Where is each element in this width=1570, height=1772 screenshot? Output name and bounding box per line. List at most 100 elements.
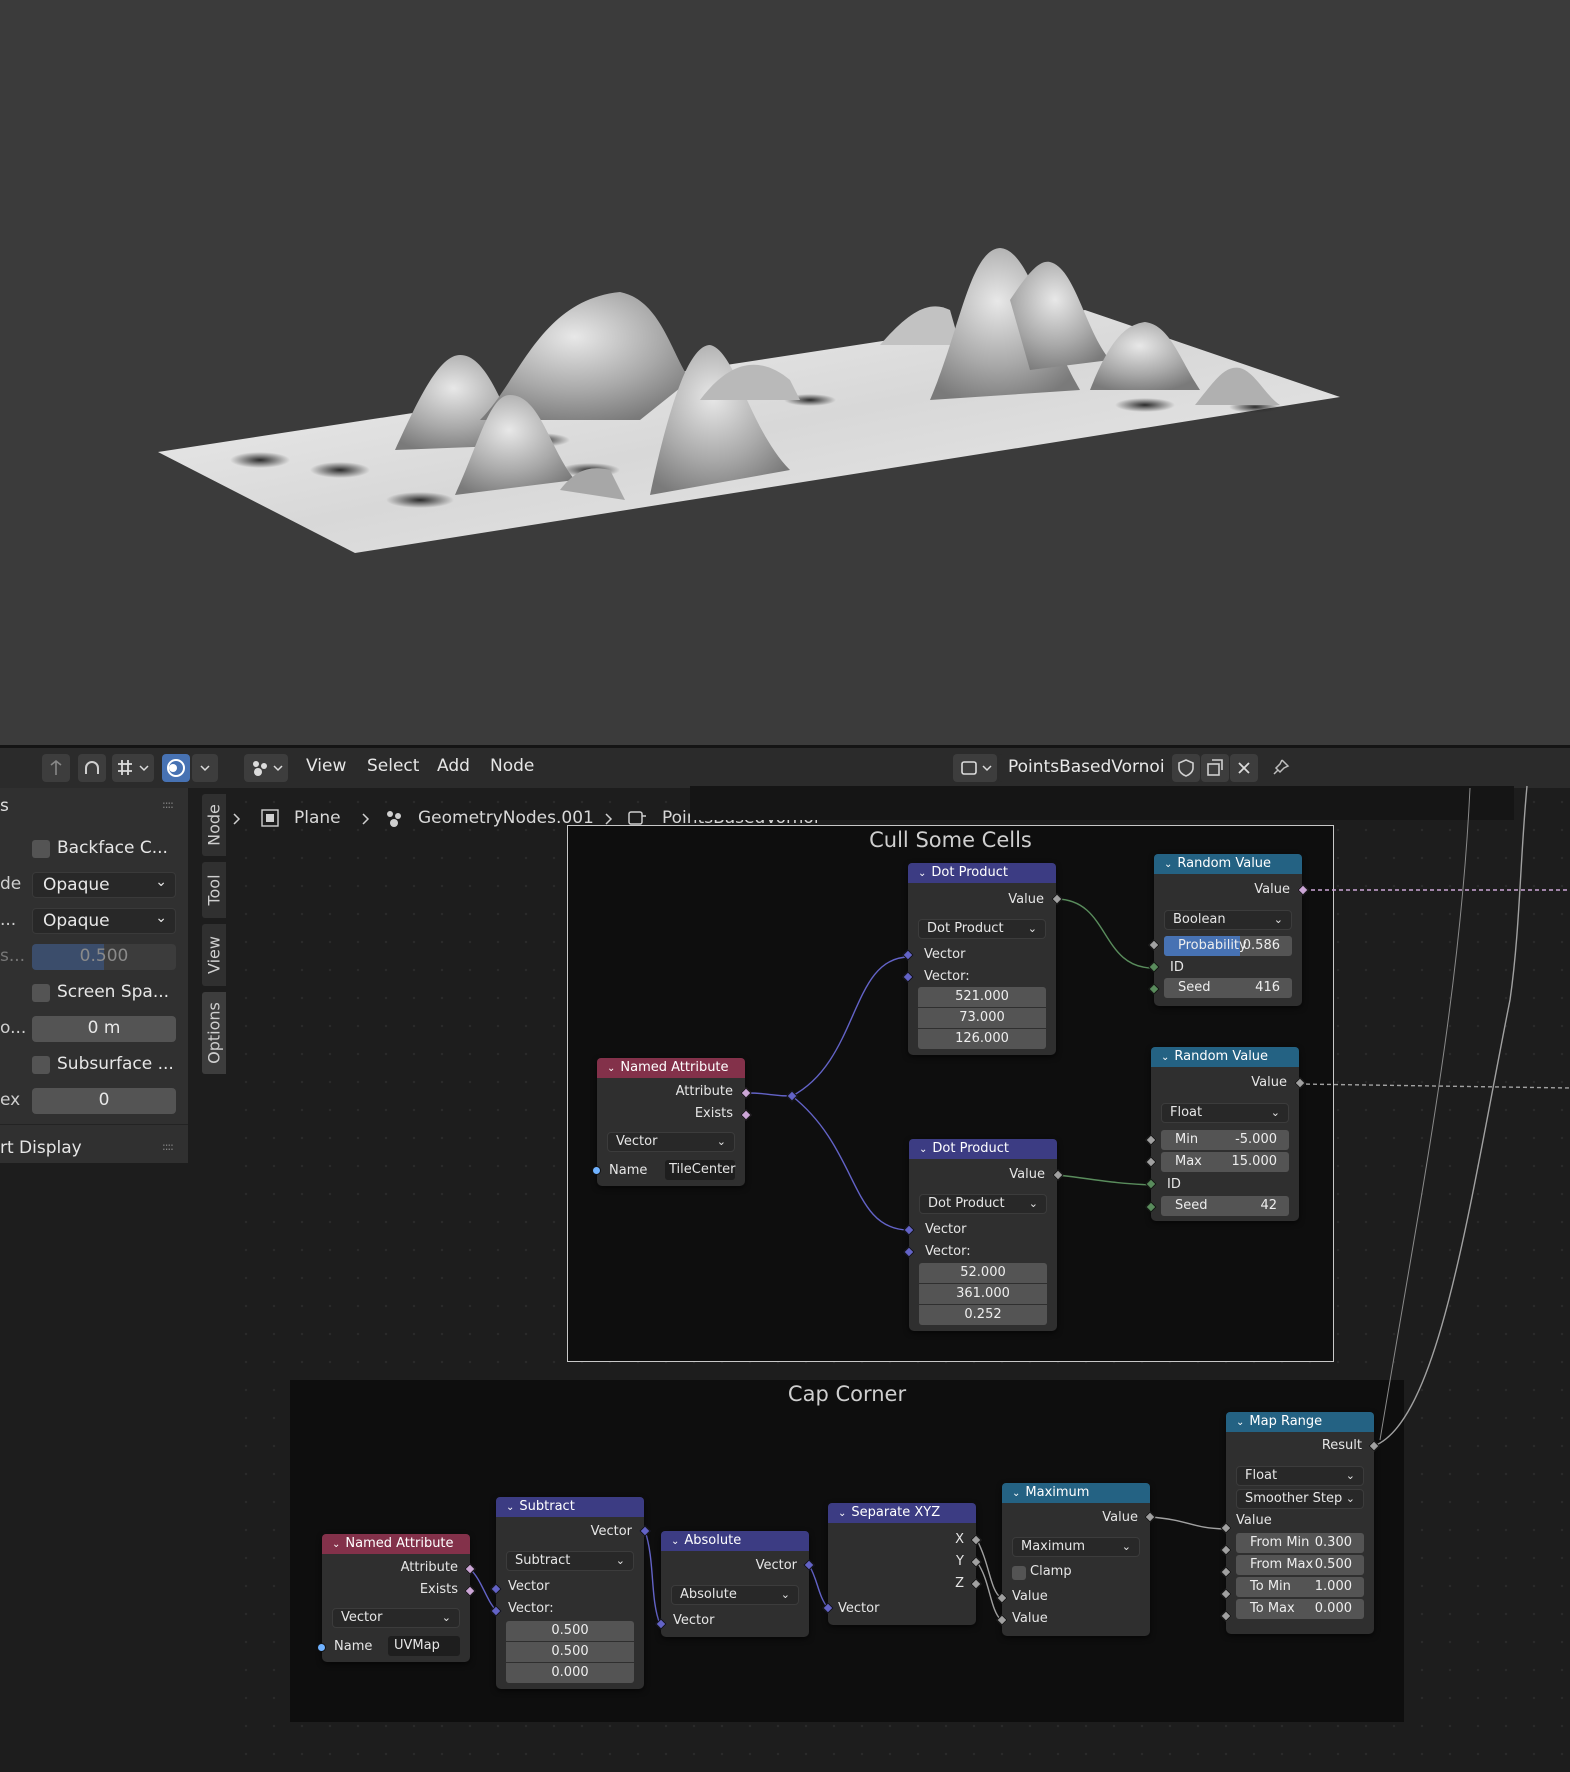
vector-y-field[interactable]: 361.000: [919, 1284, 1047, 1304]
node-header[interactable]: ⌄ Dot Product: [908, 863, 1056, 883]
unlink-tree-button[interactable]: [1230, 754, 1258, 782]
name-input[interactable]: UVMap: [388, 1636, 460, 1656]
interpolation-dropdown[interactable]: Smoother Step ⌄: [1236, 1489, 1364, 1509]
parent-node-button[interactable]: [42, 754, 70, 782]
snap-menu[interactable]: [112, 754, 154, 782]
tab-options[interactable]: Options: [202, 992, 226, 1074]
node-header[interactable]: ⌄ Absolute: [661, 1531, 809, 1551]
menu-node[interactable]: Node: [490, 756, 534, 776]
max-field[interactable]: Max 15.000: [1161, 1152, 1289, 1172]
vector-x-field[interactable]: 52.000: [919, 1263, 1047, 1283]
chevron-down-icon[interactable]: ⌄: [1164, 855, 1172, 875]
vector-x-field[interactable]: 521.000: [918, 987, 1046, 1007]
subsurface-row[interactable]: Subsurface ...: [0, 1050, 188, 1080]
vector-z-field[interactable]: 0.252: [919, 1305, 1047, 1325]
menu-select[interactable]: Select: [367, 756, 419, 776]
node-named-attribute-uvmap[interactable]: ⌄ Named Attribute Attribute Exists Vector…: [322, 1534, 470, 1662]
clamp-checkbox[interactable]: [1012, 1566, 1026, 1580]
backface-row[interactable]: Backface C...: [0, 834, 188, 864]
data-type-dropdown[interactable]: Float ⌄: [1161, 1103, 1289, 1123]
node-header[interactable]: ⌄ Named Attribute: [322, 1534, 470, 1554]
vector-x-field[interactable]: 0.500: [506, 1621, 634, 1641]
node-header[interactable]: ⌄ Maximum: [1002, 1483, 1150, 1503]
backface-checkbox[interactable]: [32, 840, 50, 858]
vector-y-field[interactable]: 73.000: [918, 1008, 1046, 1028]
chevron-down-icon[interactable]: ⌄: [1236, 1413, 1244, 1433]
node-header[interactable]: ⌄ Separate XYZ: [828, 1503, 976, 1523]
data-type-dropdown[interactable]: Vector ⌄: [607, 1132, 735, 1152]
seed-field[interactable]: Seed 42: [1161, 1196, 1289, 1216]
chevron-down-icon[interactable]: ⌄: [919, 1140, 927, 1160]
shadow-mode-row[interactable]: ... Opaque ⌄: [0, 906, 188, 936]
drag-handle-icon[interactable]: ::::: [162, 798, 174, 811]
node-maximum[interactable]: ⌄ Maximum Value Maximum ⌄ Clamp Value Valu…: [1002, 1483, 1150, 1636]
node-separate-xyz[interactable]: ⌄ Separate XYZ X Y Z Vector: [828, 1503, 976, 1625]
from-min-field[interactable]: From Min 0.300: [1236, 1533, 1364, 1553]
screen-space-checkbox[interactable]: [32, 984, 50, 1002]
blend-mode-row[interactable]: de Opaque ⌄: [0, 870, 188, 900]
name-input[interactable]: TileCenter: [665, 1160, 736, 1180]
node-tree-name-field[interactable]: PointsBasedVornoi: [998, 754, 1170, 782]
node-dot-product-2[interactable]: ⌄ Dot Product Value Dot Product ⌄ Vector V…: [909, 1139, 1057, 1331]
pass-index-field[interactable]: 0: [32, 1088, 176, 1114]
node-header[interactable]: ⌄ Dot Product: [909, 1139, 1057, 1159]
node-header[interactable]: ⌄ Named Attribute: [597, 1058, 745, 1078]
subsurface-checkbox[interactable]: [32, 1056, 50, 1074]
clip-threshold-row[interactable]: s... 0.500: [0, 942, 188, 972]
fake-user-toggle[interactable]: [1172, 754, 1200, 782]
node-named-attribute-tilecenter[interactable]: ⌄ Named Attribute Attribute Exists Vector…: [597, 1058, 745, 1186]
snap-toggle[interactable]: [78, 754, 106, 782]
seed-field[interactable]: Seed 416: [1164, 978, 1292, 998]
vector-z-field[interactable]: 0.000: [506, 1663, 634, 1683]
pass-index-row[interactable]: ex 0: [0, 1086, 188, 1116]
operation-dropdown[interactable]: Subtract ⌄: [506, 1551, 634, 1571]
node-absolute[interactable]: ⌄ Absolute Vector Absolute ⌄ Vector: [661, 1531, 809, 1637]
pin-button[interactable]: [1266, 754, 1294, 782]
viewport-display-header[interactable]: rt Display: [0, 1138, 82, 1158]
probability-slider[interactable]: Probability 0.586: [1164, 936, 1292, 956]
chevron-down-icon[interactable]: ⌄: [1012, 1484, 1020, 1504]
chevron-down-icon[interactable]: ⌄: [671, 1532, 679, 1552]
editor-type-menu[interactable]: [244, 754, 288, 782]
socket-input-name[interactable]: [317, 1643, 326, 1652]
chevron-down-icon[interactable]: ⌄: [332, 1535, 340, 1555]
node-random-value-float[interactable]: ⌄ Random Value Value Float ⌄ Min -5.000 Ma…: [1151, 1047, 1299, 1221]
drag-handle-icon[interactable]: ::::: [162, 1140, 174, 1153]
from-max-field[interactable]: From Max 0.500: [1236, 1555, 1364, 1575]
node-header[interactable]: ⌄ Random Value: [1154, 854, 1302, 874]
data-type-dropdown[interactable]: Vector ⌄: [332, 1608, 460, 1628]
tab-tool[interactable]: Tool: [202, 862, 226, 918]
chevron-down-icon[interactable]: ⌄: [1161, 1048, 1169, 1068]
menu-view[interactable]: View: [306, 756, 346, 776]
operation-dropdown[interactable]: Maximum ⌄: [1012, 1537, 1140, 1557]
refraction-depth-field[interactable]: 0 m: [32, 1016, 176, 1042]
breadcrumb-object[interactable]: Plane: [294, 808, 341, 828]
min-field[interactable]: Min -5.000: [1161, 1130, 1289, 1150]
operation-dropdown[interactable]: Absolute ⌄: [671, 1585, 799, 1605]
tab-node[interactable]: Node: [202, 794, 226, 856]
refraction-depth-row[interactable]: o... 0 m: [0, 1014, 188, 1044]
to-max-field[interactable]: To Max 0.000: [1236, 1599, 1364, 1619]
chevron-down-icon[interactable]: ⌄: [838, 1504, 846, 1524]
clip-threshold-slider[interactable]: 0.500: [32, 944, 176, 970]
chevron-down-icon[interactable]: ⌄: [506, 1498, 514, 1518]
chevron-down-icon[interactable]: ⌄: [918, 864, 926, 884]
node-dot-product-1[interactable]: ⌄ Dot Product Value Dot Product ⌄ Vector V…: [908, 863, 1056, 1055]
overlay-toggle[interactable]: [162, 754, 190, 782]
to-min-field[interactable]: To Min 1.000: [1236, 1577, 1364, 1597]
chevron-down-icon[interactable]: ⌄: [607, 1059, 615, 1079]
node-subtract[interactable]: ⌄ Subtract Vector Subtract ⌄ Vector Vector…: [496, 1497, 644, 1689]
blend-mode-dropdown[interactable]: Opaque ⌄: [32, 872, 176, 898]
menu-add[interactable]: Add: [437, 756, 470, 776]
node-header[interactable]: ⌄ Map Range: [1226, 1412, 1374, 1432]
node-map-range[interactable]: ⌄ Map Range Result Float ⌄ Smoother Step ⌄ …: [1226, 1412, 1374, 1634]
duplicate-tree-button[interactable]: [1201, 754, 1229, 782]
tab-view[interactable]: View: [202, 924, 226, 986]
data-type-dropdown[interactable]: Float ⌄: [1236, 1466, 1364, 1486]
vector-y-field[interactable]: 0.500: [506, 1642, 634, 1662]
data-type-dropdown[interactable]: Boolean ⌄: [1164, 910, 1292, 930]
shadow-mode-dropdown[interactable]: Opaque ⌄: [32, 908, 176, 934]
socket-input-name[interactable]: [592, 1166, 601, 1175]
operation-dropdown[interactable]: Dot Product ⌄: [918, 919, 1046, 939]
3d-viewport[interactable]: [0, 0, 1570, 745]
